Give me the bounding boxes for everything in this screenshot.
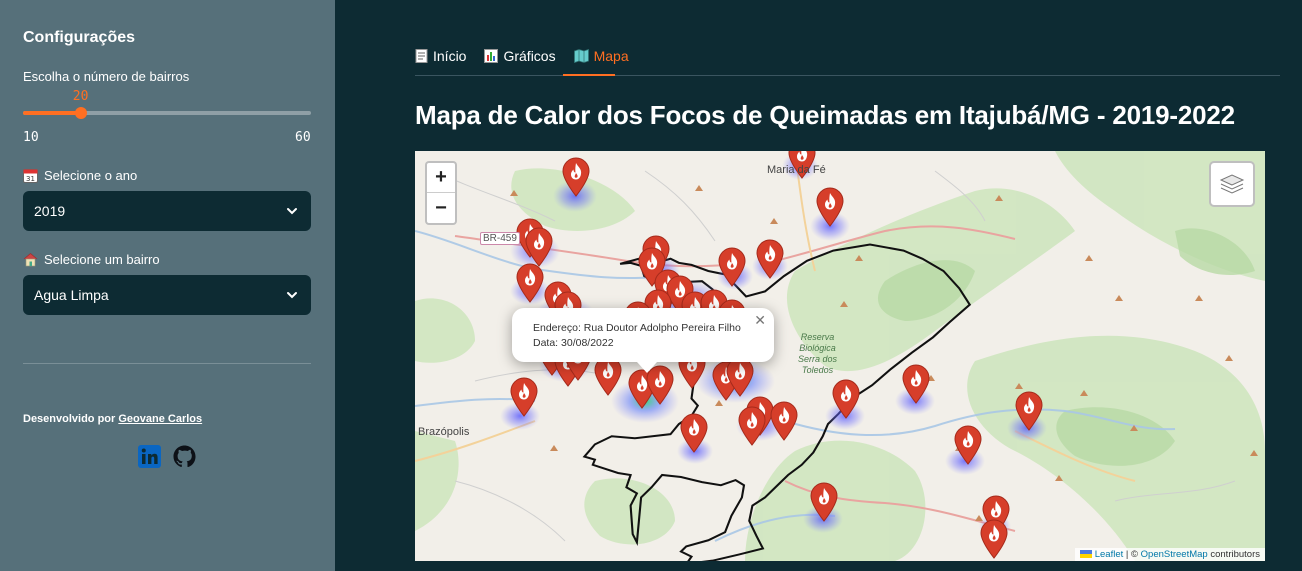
popup-tip [637, 362, 657, 373]
popup-date: Data: 30/08/2022 [533, 337, 614, 349]
attribution-separator: | © [1123, 549, 1141, 560]
zoom-control: + − [425, 161, 457, 225]
tab-mapa-label: Mapa [593, 48, 629, 64]
tab-graficos[interactable]: Gráficos [484, 46, 556, 66]
map-attribution: Leaflet | © OpenStreetMap contributors [1075, 548, 1265, 561]
tab-inicio-label: Início [433, 48, 467, 64]
leaflet-link[interactable]: Leaflet [1095, 549, 1124, 560]
neighborhood-select[interactable]: Agua Limpa [23, 275, 311, 315]
slider-thumb[interactable] [74, 107, 87, 119]
tab-graficos-label: Gráficos [503, 48, 556, 64]
calendar-icon: 31 [23, 168, 38, 183]
slider-max: 60 [295, 130, 311, 145]
town-label-brazopolis: Brazópolis [418, 426, 470, 438]
popup-address: Endereço: Rua Doutor Adolpho Pereira Fil… [533, 322, 741, 334]
chevron-down-icon [287, 292, 297, 299]
year-label: Selecione o ano [44, 168, 138, 183]
slider-current-value: 20 [72, 89, 89, 104]
developer-credit: Desenvolvido por Geovane Carlos [23, 413, 202, 425]
tab-rule [415, 75, 1280, 76]
bar-chart-icon [484, 49, 499, 63]
town-label-maria-da-fe: Maria da Fé [767, 164, 826, 176]
credit-prefix: Desenvolvido por [23, 413, 116, 425]
neighborhood-count-slider[interactable]: 20 [23, 89, 311, 119]
github-icon[interactable] [173, 445, 196, 468]
tab-bar: Início Gráficos Mapa [415, 46, 629, 66]
close-icon[interactable]: ✕ [754, 313, 766, 328]
author-link[interactable]: Geovane Carlos [118, 413, 202, 425]
sidebar-divider [23, 363, 311, 364]
sidebar-title: Configurações [23, 29, 136, 46]
heat-map[interactable]: Maria da Fé Brazópolis BR-459 Reserva Bi… [415, 151, 1265, 561]
reserve-line-4: Toledos [801, 365, 834, 375]
document-icon [415, 49, 428, 63]
attribution-suffix: contributors [1207, 549, 1260, 560]
year-label-row: 31 Selecione o ano [23, 168, 137, 183]
neighborhood-label-row: Selecione um bairro [23, 252, 160, 267]
active-tab-indicator [563, 74, 615, 76]
ukraine-flag-icon [1080, 550, 1093, 559]
tab-mapa[interactable]: Mapa [573, 46, 629, 66]
layers-icon [1219, 174, 1245, 194]
marker-popup: Endereço: Rua Doutor Adolpho Pereira Fil… [512, 308, 774, 362]
year-select[interactable]: 2019 [23, 191, 311, 231]
reserve-line-3: Serra dos [798, 354, 838, 364]
chevron-down-icon [287, 208, 297, 215]
tab-inicio[interactable]: Início [415, 46, 466, 66]
reserve-label: Reserva Biológica Serra dos Toledos [798, 332, 837, 376]
neighborhood-label: Selecione um bairro [44, 252, 160, 267]
reserve-line-1: Reserva [800, 332, 835, 342]
svg-text:31: 31 [26, 175, 35, 183]
sidebar: Configurações Escolha o número de bairro… [0, 0, 335, 571]
zoom-out-button[interactable]: − [427, 193, 455, 223]
linkedin-icon[interactable] [138, 445, 161, 468]
page-title: Mapa de Calor dos Focos de Queimadas em … [415, 100, 1235, 130]
neighborhood-select-value: Agua Limpa [34, 287, 109, 303]
road-label: BR-459 [480, 232, 520, 245]
map-icon [573, 49, 589, 63]
year-select-value: 2019 [34, 203, 66, 219]
reserve-line-2: Biológica [799, 343, 836, 353]
slider-min: 10 [23, 130, 39, 145]
zoom-in-button[interactable]: + [427, 163, 455, 193]
house-icon [23, 252, 38, 267]
osm-link[interactable]: OpenStreetMap [1141, 549, 1208, 560]
slider-fill [23, 111, 81, 115]
slider-label: Escolha o número de bairros [23, 69, 190, 84]
layers-button[interactable] [1209, 161, 1255, 207]
